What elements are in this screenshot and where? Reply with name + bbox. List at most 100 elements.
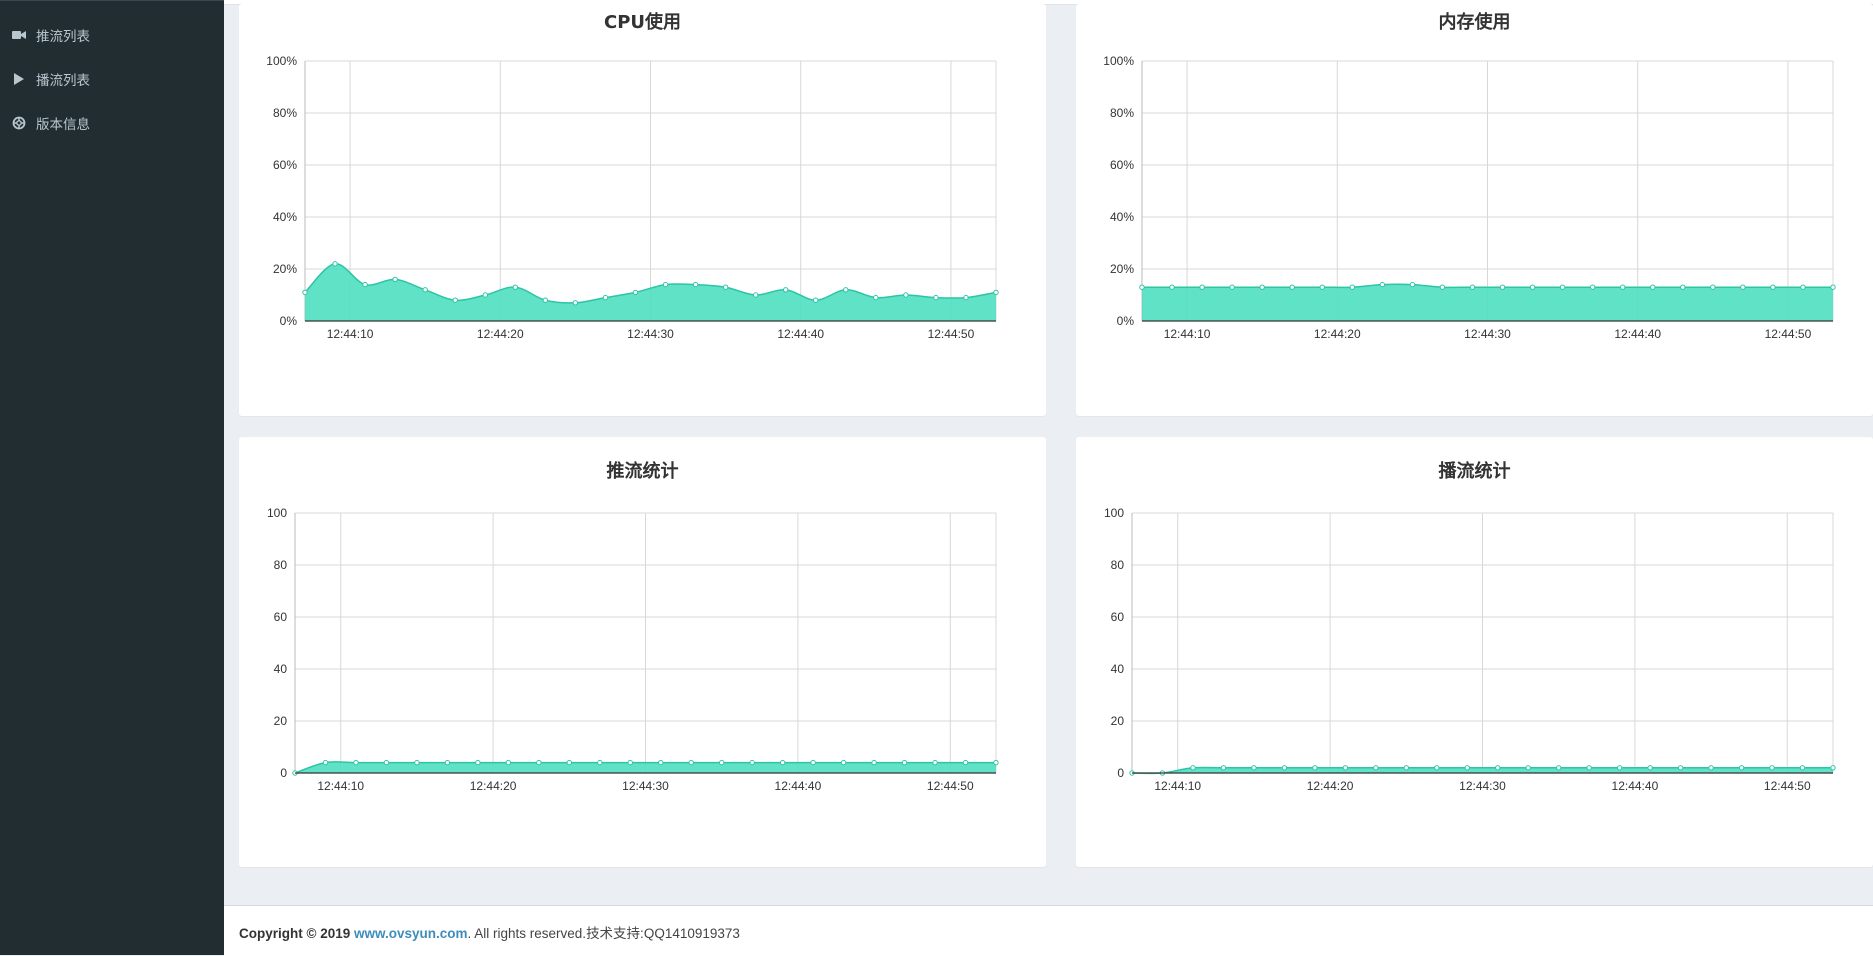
data-point	[782, 287, 789, 293]
y-tick-label: 0	[1117, 766, 1124, 780]
data-point	[1281, 765, 1288, 771]
data-point	[993, 759, 999, 766]
sidebar-item-push-list[interactable]: 推流列表	[0, 15, 224, 55]
data-point	[1586, 765, 1592, 771]
memory-usage-chart: 0% 20% 40% 60% 80% 100% 12:44:10 12:44:20 12:44:…	[1103, 54, 1836, 341]
data-point	[1770, 284, 1776, 290]
data-point	[392, 276, 398, 283]
data-point	[1469, 284, 1476, 290]
data-point	[1708, 765, 1714, 771]
data-point	[512, 284, 519, 290]
memory-usage-card: 内存使用 0% 20% 40% 60% 80% 100% 12:44:10 12:44:20 1…	[1076, 4, 1873, 416]
x-tick-label: 12:44:10	[1164, 327, 1211, 341]
x-tick-label: 12:44:10	[1154, 779, 1201, 793]
sidebar-item-version-info[interactable]: 版本信息	[0, 103, 224, 143]
data-point	[542, 297, 549, 303]
sidebar-item-label: 版本信息	[36, 117, 90, 133]
x-tick-label: 12:44:40	[1614, 327, 1661, 341]
data-point	[1349, 284, 1356, 290]
y-tick-label: 40%	[273, 210, 297, 224]
data-point	[1495, 765, 1501, 771]
push-stream-stats-chart: 0 20 40 60 80 100 12:44:10 12:44:20 12:44:30 12:4…	[267, 506, 999, 793]
data-point	[1251, 765, 1257, 771]
play-stream-stats-chart: 0 20 40 60 80 100 12:44:10 12:44:20 12:44:30 12:4…	[1104, 506, 1836, 793]
data-point	[627, 759, 633, 766]
play-icon	[12, 72, 26, 86]
x-tick-label: 12:44:30	[627, 327, 674, 341]
y-tick-label: 20%	[1110, 262, 1134, 276]
data-point	[840, 759, 847, 766]
data-point	[903, 292, 909, 298]
data-point	[1499, 284, 1506, 290]
data-point	[1220, 765, 1227, 771]
data-point	[933, 294, 939, 301]
sidebar-item-play-list[interactable]: 播流列表	[0, 59, 224, 99]
data-point	[1289, 284, 1295, 290]
x-tick-label: 12:44:50	[1765, 327, 1812, 341]
data-point	[1434, 765, 1440, 771]
data-point	[1190, 765, 1196, 771]
y-tick-label: 0	[280, 766, 287, 780]
x-tick-label: 12:44:10	[317, 779, 364, 793]
data-point	[302, 289, 308, 296]
x-tick-label: 12:44:30	[1459, 779, 1506, 793]
x-tick-label: 12:44:30	[622, 779, 669, 793]
data-point	[444, 759, 451, 766]
cpu-usage-chart: 0% 20% 40% 60% 80% 100% 12:44:10 12:44:20 12:44:…	[266, 54, 999, 341]
y-tick-label: 20	[274, 714, 288, 728]
footer-site-link[interactable]: www.ovsyun.com	[354, 926, 468, 941]
data-point	[962, 759, 969, 766]
data-point	[452, 297, 458, 303]
y-tick-label: 0%	[1117, 314, 1135, 328]
x-tick-label: 12:44:20	[477, 327, 524, 341]
data-point	[1312, 765, 1318, 771]
data-point	[1677, 765, 1684, 771]
data-point	[993, 289, 999, 296]
y-tick-label: 20	[1111, 714, 1125, 728]
y-tick-label: 100	[267, 506, 287, 520]
cpu-usage-card: CPU使用 0% 20% 40% 60% 80% 100% 12:44:10 12:44:20…	[239, 4, 1046, 416]
data-point	[843, 287, 849, 293]
data-point	[749, 759, 755, 766]
series-area	[1142, 284, 1833, 321]
footer-rights-text: . All rights reserved.技术支持:QQ1410919373	[467, 926, 740, 941]
y-tick-label: 60	[1111, 610, 1125, 624]
data-point	[1710, 284, 1716, 290]
data-point	[1199, 284, 1205, 290]
y-tick-label: 80	[274, 558, 288, 572]
data-point	[1680, 284, 1686, 290]
data-point	[1319, 284, 1325, 290]
series-area	[295, 761, 996, 773]
x-tick-label: 12:44:10	[327, 327, 374, 341]
data-point	[362, 281, 368, 288]
data-point	[1799, 765, 1806, 771]
footer-copyright: Copyright © 2019 www.ovsyun.com. All rig…	[239, 922, 740, 942]
data-point	[873, 294, 879, 301]
data-point	[322, 759, 329, 766]
x-tick-label: 12:44:20	[470, 779, 517, 793]
data-point	[414, 759, 420, 766]
data-point	[1139, 284, 1145, 290]
x-tick-label: 12:44:50	[928, 327, 975, 341]
data-point	[779, 759, 786, 766]
data-point	[572, 300, 579, 306]
data-point	[1464, 765, 1470, 771]
y-tick-label: 100%	[1103, 54, 1134, 68]
y-tick-label: 0%	[280, 314, 298, 328]
data-point	[1529, 284, 1536, 290]
sidebar-item-label: 播流列表	[36, 73, 90, 89]
data-point	[1373, 765, 1379, 771]
y-tick-label: 100%	[266, 54, 297, 68]
data-point	[1619, 284, 1626, 290]
data-point	[332, 261, 338, 267]
data-point	[422, 287, 428, 293]
video-camera-icon	[12, 28, 26, 42]
data-point	[810, 759, 816, 766]
y-tick-label: 80%	[273, 106, 297, 120]
data-point	[1738, 765, 1745, 771]
x-tick-label: 12:44:40	[777, 327, 824, 341]
lifebuoy-icon	[12, 116, 26, 130]
data-point	[662, 281, 669, 288]
y-tick-label: 60%	[1110, 158, 1134, 172]
push-stream-stats-card: 推流统计 0 20 40 60 80 100 12:44:10 12:44:20 12:44:3…	[239, 437, 1046, 867]
